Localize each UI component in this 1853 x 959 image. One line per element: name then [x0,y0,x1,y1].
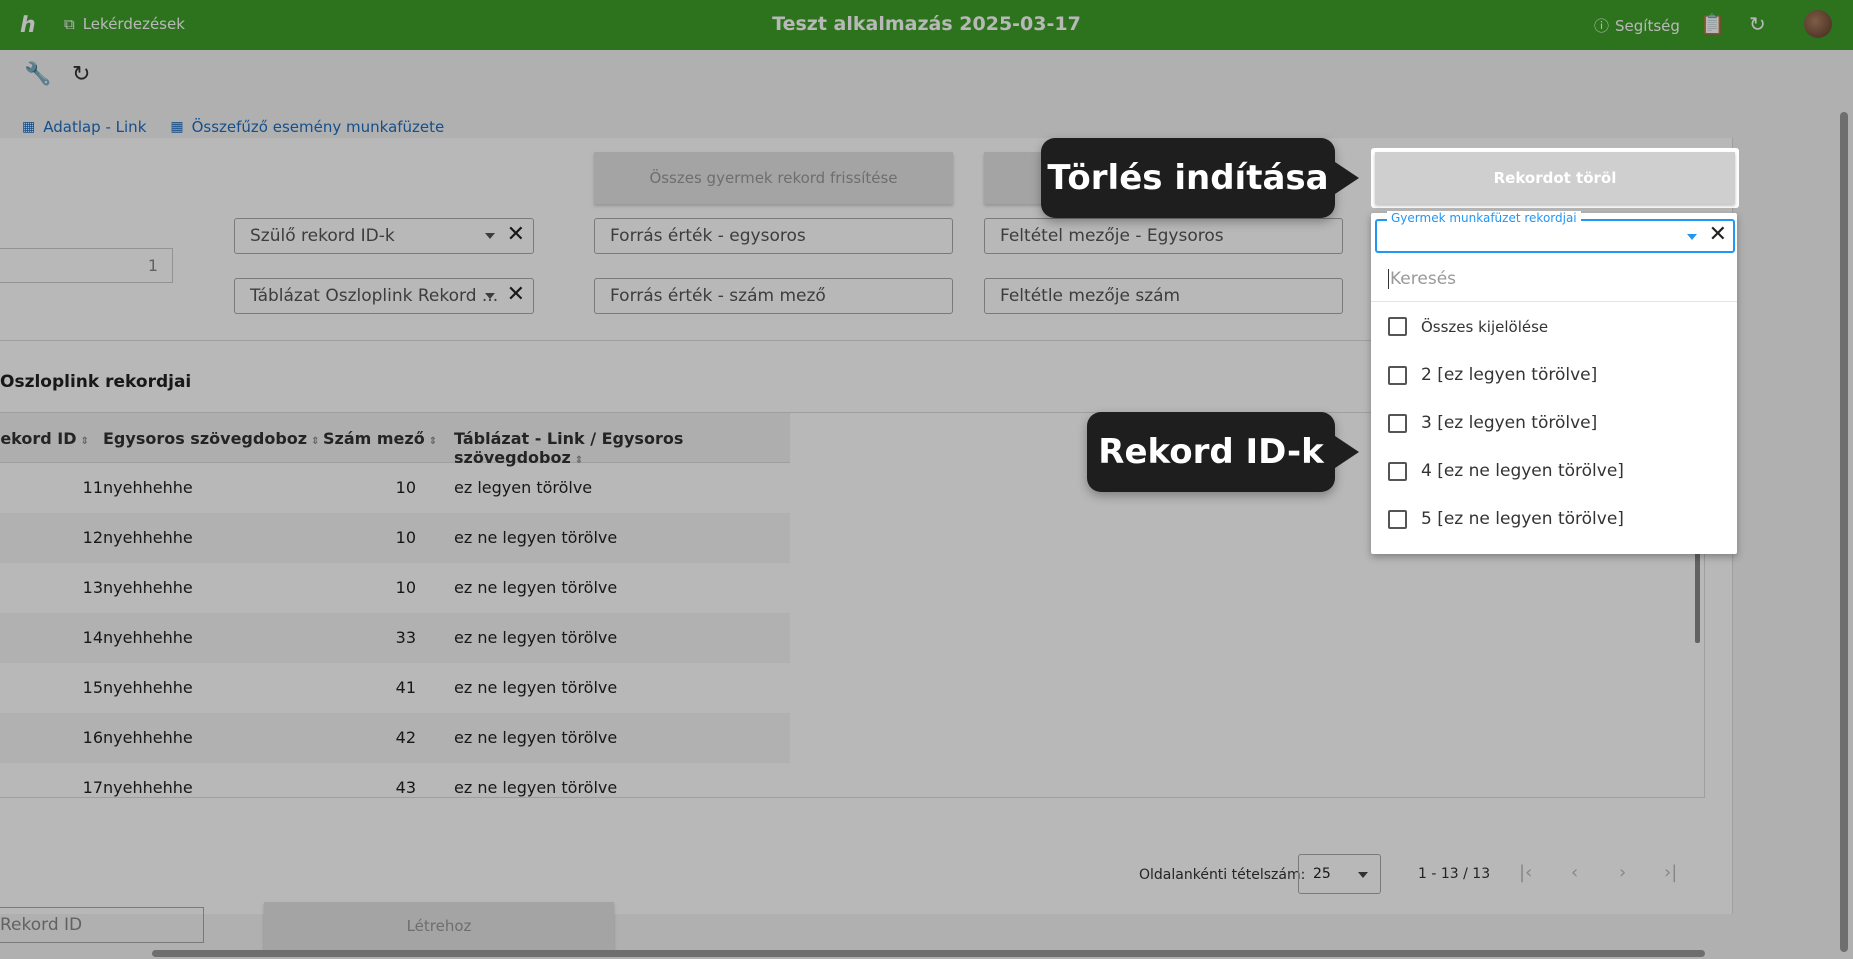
checkbox[interactable] [1388,413,1407,433]
checkbox[interactable] [1388,365,1407,385]
child-records-label: Gyermek munkafüzet rekordjai [1387,211,1581,225]
delete-record-highlight: Rekordot töröl [1371,148,1739,208]
child-records-select[interactable]: Gyermek munkafüzet rekordjai ✕ [1375,211,1735,253]
select-all-label: Összes kijelölése [1421,317,1549,336]
checkbox[interactable] [1388,461,1407,481]
option-label: 5 [ez ne legyen törölve] [1421,509,1624,529]
option-label: 2 [ez legyen törölve] [1421,365,1598,385]
option-item[interactable]: 3 [ez legyen törölve] [1388,413,1597,433]
callout-ids: Rekord ID-k [1087,412,1359,492]
child-records-dropdown: Gyermek munkafüzet rekordjai ✕ Keresés Ö… [1371,211,1737,554]
checkbox[interactable] [1388,317,1407,336]
callout-delete: Törlés indítása [1041,138,1359,218]
close-icon[interactable]: ✕ [1709,222,1727,247]
option-item[interactable]: 4 [ez ne legyen törölve] [1388,461,1624,481]
dropdown-search-input[interactable]: Keresés [1388,269,1456,289]
option-label: 4 [ez ne legyen törölve] [1421,461,1624,481]
option-item[interactable]: 2 [ez legyen törölve] [1388,365,1597,385]
delete-record-button[interactable]: Rekordot töröl [1375,152,1735,204]
option-label: 3 [ez legyen törölve] [1421,413,1598,433]
divider [1371,301,1737,302]
chevron-down-icon[interactable] [1687,234,1697,240]
checkbox[interactable] [1388,509,1407,529]
option-item[interactable]: 5 [ez ne legyen törölve] [1388,509,1624,529]
select-all-option[interactable]: Összes kijelölése [1388,317,1548,336]
